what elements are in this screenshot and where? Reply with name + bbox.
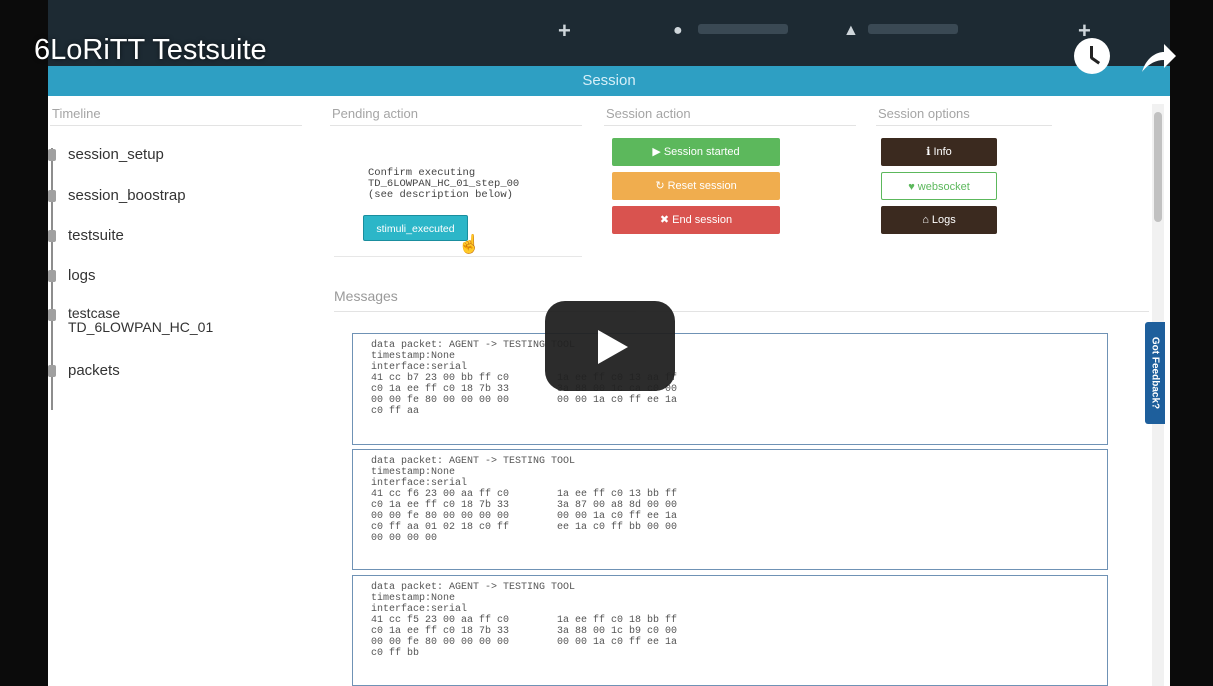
message-line: 00 00 fe 80 00 00 00 00 00 00 1a c0 ff e… bbox=[371, 395, 678, 406]
timeline-dot bbox=[48, 365, 56, 377]
divider bbox=[334, 256, 582, 257]
video-title[interactable]: 6LoRiTT Testsuite bbox=[34, 34, 267, 67]
globe-icon[interactable]: ● bbox=[673, 22, 683, 40]
message-card: data packet: AGENT -> TESTING TOOL times… bbox=[352, 449, 1108, 570]
message-line: c0 1a ee ff c0 18 7b 33 3a 88 00 1c b9 c… bbox=[371, 626, 678, 637]
share-arrow-icon[interactable] bbox=[1138, 40, 1178, 76]
close-icon: ✖ bbox=[659, 214, 673, 226]
message-line: c0 1a ee ff c0 18 7b 33 3a 87 00 a8 8d 0… bbox=[371, 500, 678, 511]
hand-cursor-icon: ☝ bbox=[458, 234, 481, 254]
message-line: interface:serial bbox=[371, 362, 468, 373]
message-line: c0 1a ee ff c0 18 7b 33 3a 88 00 1c ca c… bbox=[371, 384, 678, 395]
message-line: 41 cc b7 23 00 bb ff c0 1a ee ff c0 13 a… bbox=[371, 373, 678, 384]
timeline-label: packets bbox=[68, 362, 120, 379]
play-icon: ▶ bbox=[652, 146, 664, 158]
message-line: c0 ff aa bbox=[371, 406, 420, 417]
nav-text-placeholder bbox=[868, 24, 958, 34]
timeline-dot bbox=[48, 230, 56, 242]
info-label: Info bbox=[933, 146, 952, 158]
play-button[interactable] bbox=[545, 301, 675, 391]
timeline: session_setup session_boostrap testsuite… bbox=[48, 140, 278, 410]
session-header: Session bbox=[48, 66, 1170, 96]
messages-header: Messages bbox=[334, 288, 1149, 312]
message-line: timestamp:None bbox=[371, 593, 456, 604]
timeline-dot bbox=[48, 270, 56, 282]
user-icon[interactable]: ▲ bbox=[843, 22, 859, 40]
timeline-label: session_setup bbox=[68, 146, 164, 163]
timeline-dot bbox=[48, 149, 56, 161]
message-title: data packet: AGENT -> TESTING TOOL bbox=[371, 340, 576, 351]
message-line: 41 cc f5 23 00 aa ff c0 1a ee ff c0 18 b… bbox=[371, 615, 678, 626]
timeline-label: testsuite bbox=[68, 227, 124, 244]
pending-action-header: Pending action bbox=[330, 106, 582, 126]
message-title: data packet: AGENT -> TESTING TOOL bbox=[371, 582, 576, 593]
message-line: c0 ff bb bbox=[371, 648, 420, 659]
message-title: data packet: AGENT -> TESTING TOOL bbox=[371, 456, 576, 467]
pending-action-message: Confirm executing TD_6LOWPAN_HC_01_step_… bbox=[368, 167, 520, 201]
message-line: timestamp:None bbox=[371, 351, 456, 362]
message-line: interface:serial bbox=[371, 604, 468, 615]
feedback-tab[interactable]: Got Feedback? bbox=[1145, 322, 1165, 424]
plus-icon[interactable]: + bbox=[558, 18, 571, 44]
home-icon: ⌂ bbox=[922, 214, 932, 226]
message-line: timestamp:None bbox=[371, 467, 456, 478]
logs-button[interactable]: ⌂ Logs bbox=[881, 206, 997, 234]
timeline-label: logs bbox=[68, 267, 96, 284]
nav-text-placeholder bbox=[698, 24, 788, 34]
message-line: 00 00 fe 80 00 00 00 00 00 00 1a c0 ff e… bbox=[371, 511, 678, 522]
websocket-label: websocket bbox=[917, 181, 970, 193]
timeline-label: testcase TD_6LOWPAN_HC_01 bbox=[68, 305, 214, 335]
timeline-label: session_boostrap bbox=[68, 187, 186, 204]
watch-later-clock-icon[interactable] bbox=[1074, 38, 1110, 74]
message-card: data packet: AGENT -> TESTING TOOL times… bbox=[352, 575, 1108, 686]
websocket-button[interactable]: ♥ websocket bbox=[881, 172, 997, 200]
session-started-button[interactable]: ▶ Session started bbox=[612, 138, 780, 166]
stimuli-executed-button[interactable]: stimuli_executed bbox=[363, 215, 468, 241]
message-line: interface:serial bbox=[371, 478, 468, 489]
info-button[interactable]: ℹ Info bbox=[881, 138, 997, 166]
scrollbar-thumb[interactable] bbox=[1154, 112, 1162, 222]
message-card: data packet: AGENT -> TESTING TOOL times… bbox=[352, 333, 1108, 445]
logs-label: Logs bbox=[931, 214, 956, 226]
session-options-header: Session options bbox=[876, 106, 1052, 126]
message-line: 00 00 00 00 bbox=[371, 533, 438, 544]
feedback-label: Got Feedback? bbox=[1149, 336, 1161, 410]
session-action-header: Session action bbox=[604, 106, 856, 126]
refresh-icon: ↻ bbox=[655, 180, 668, 192]
timeline-header: Timeline bbox=[50, 106, 302, 126]
reset-session-label: Reset session bbox=[667, 180, 737, 192]
timeline-dot bbox=[48, 190, 56, 202]
end-session-button[interactable]: ✖ End session bbox=[612, 206, 780, 234]
message-line: 00 00 fe 80 00 00 00 00 00 00 1a c0 ff e… bbox=[371, 637, 678, 648]
end-session-label: End session bbox=[672, 214, 733, 226]
message-line: c0 ff aa 01 02 18 c0 ff ee 1a c0 ff bb 0… bbox=[371, 522, 678, 533]
reset-session-button[interactable]: ↻ Reset session bbox=[612, 172, 780, 200]
message-line: 41 cc f6 23 00 aa ff c0 1a ee ff c0 13 b… bbox=[371, 489, 678, 500]
heart-icon: ♥ bbox=[908, 181, 918, 193]
session-started-label: Session started bbox=[663, 146, 740, 158]
timeline-dot bbox=[48, 309, 56, 321]
